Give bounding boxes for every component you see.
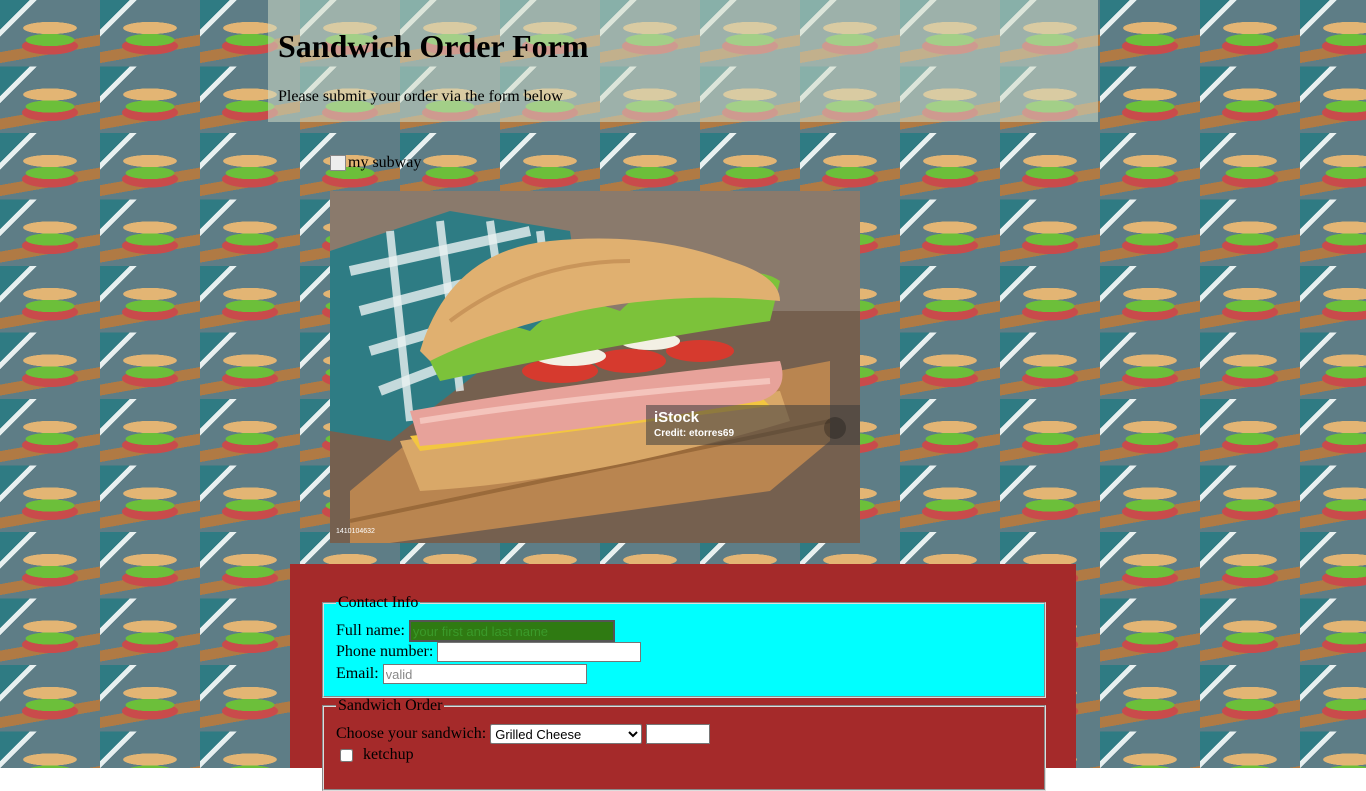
sandwich-extra-input[interactable] [646, 724, 711, 744]
sandwich-select[interactable]: Grilled Cheese [490, 724, 643, 744]
stock-watermark: iStock Credit: etorres69 [646, 405, 860, 445]
sandwich-photo [330, 191, 860, 543]
sandwich-order-legend: Sandwich Order [338, 697, 443, 714]
email-input[interactable] [382, 664, 587, 684]
watermark-credit: Credit: etorres69 [654, 428, 735, 439]
sandwich-choice-label: Choose your sandwich: [336, 725, 487, 742]
broken-image-icon [330, 155, 346, 171]
page-subtitle: Please submit your order via the form be… [278, 88, 563, 105]
full-name-input[interactable] [408, 620, 615, 642]
page-title: Sandwich Order Form [278, 28, 589, 64]
sandwich-order-fieldset: Sandwich Order [322, 697, 1046, 791]
broken-image-alt: my subway [330, 153, 421, 173]
ketchup-checkbox[interactable] [340, 748, 353, 762]
broken-image-alt-text: my subway [348, 154, 422, 171]
ketchup-row: ketchup [336, 746, 414, 764]
watermark-brand: iStock [654, 409, 700, 426]
sandwich-illustration [330, 191, 860, 543]
full-name-row: Full name: [336, 620, 615, 642]
phone-row: Phone number: [336, 642, 642, 662]
full-name-label: Full name: [336, 622, 405, 639]
stock-id: 1410104632 [336, 528, 375, 535]
watermark-badge-icon [824, 417, 846, 439]
sandwich-choice-row: Choose your sandwich: Grilled Cheese [336, 724, 711, 744]
ketchup-label: ketchup [363, 746, 414, 763]
email-label: Email: [336, 665, 379, 682]
contact-info-legend: Contact Info [338, 594, 419, 611]
email-row: Email: [336, 664, 587, 684]
phone-label: Phone number: [336, 643, 434, 660]
phone-input[interactable] [437, 642, 642, 662]
